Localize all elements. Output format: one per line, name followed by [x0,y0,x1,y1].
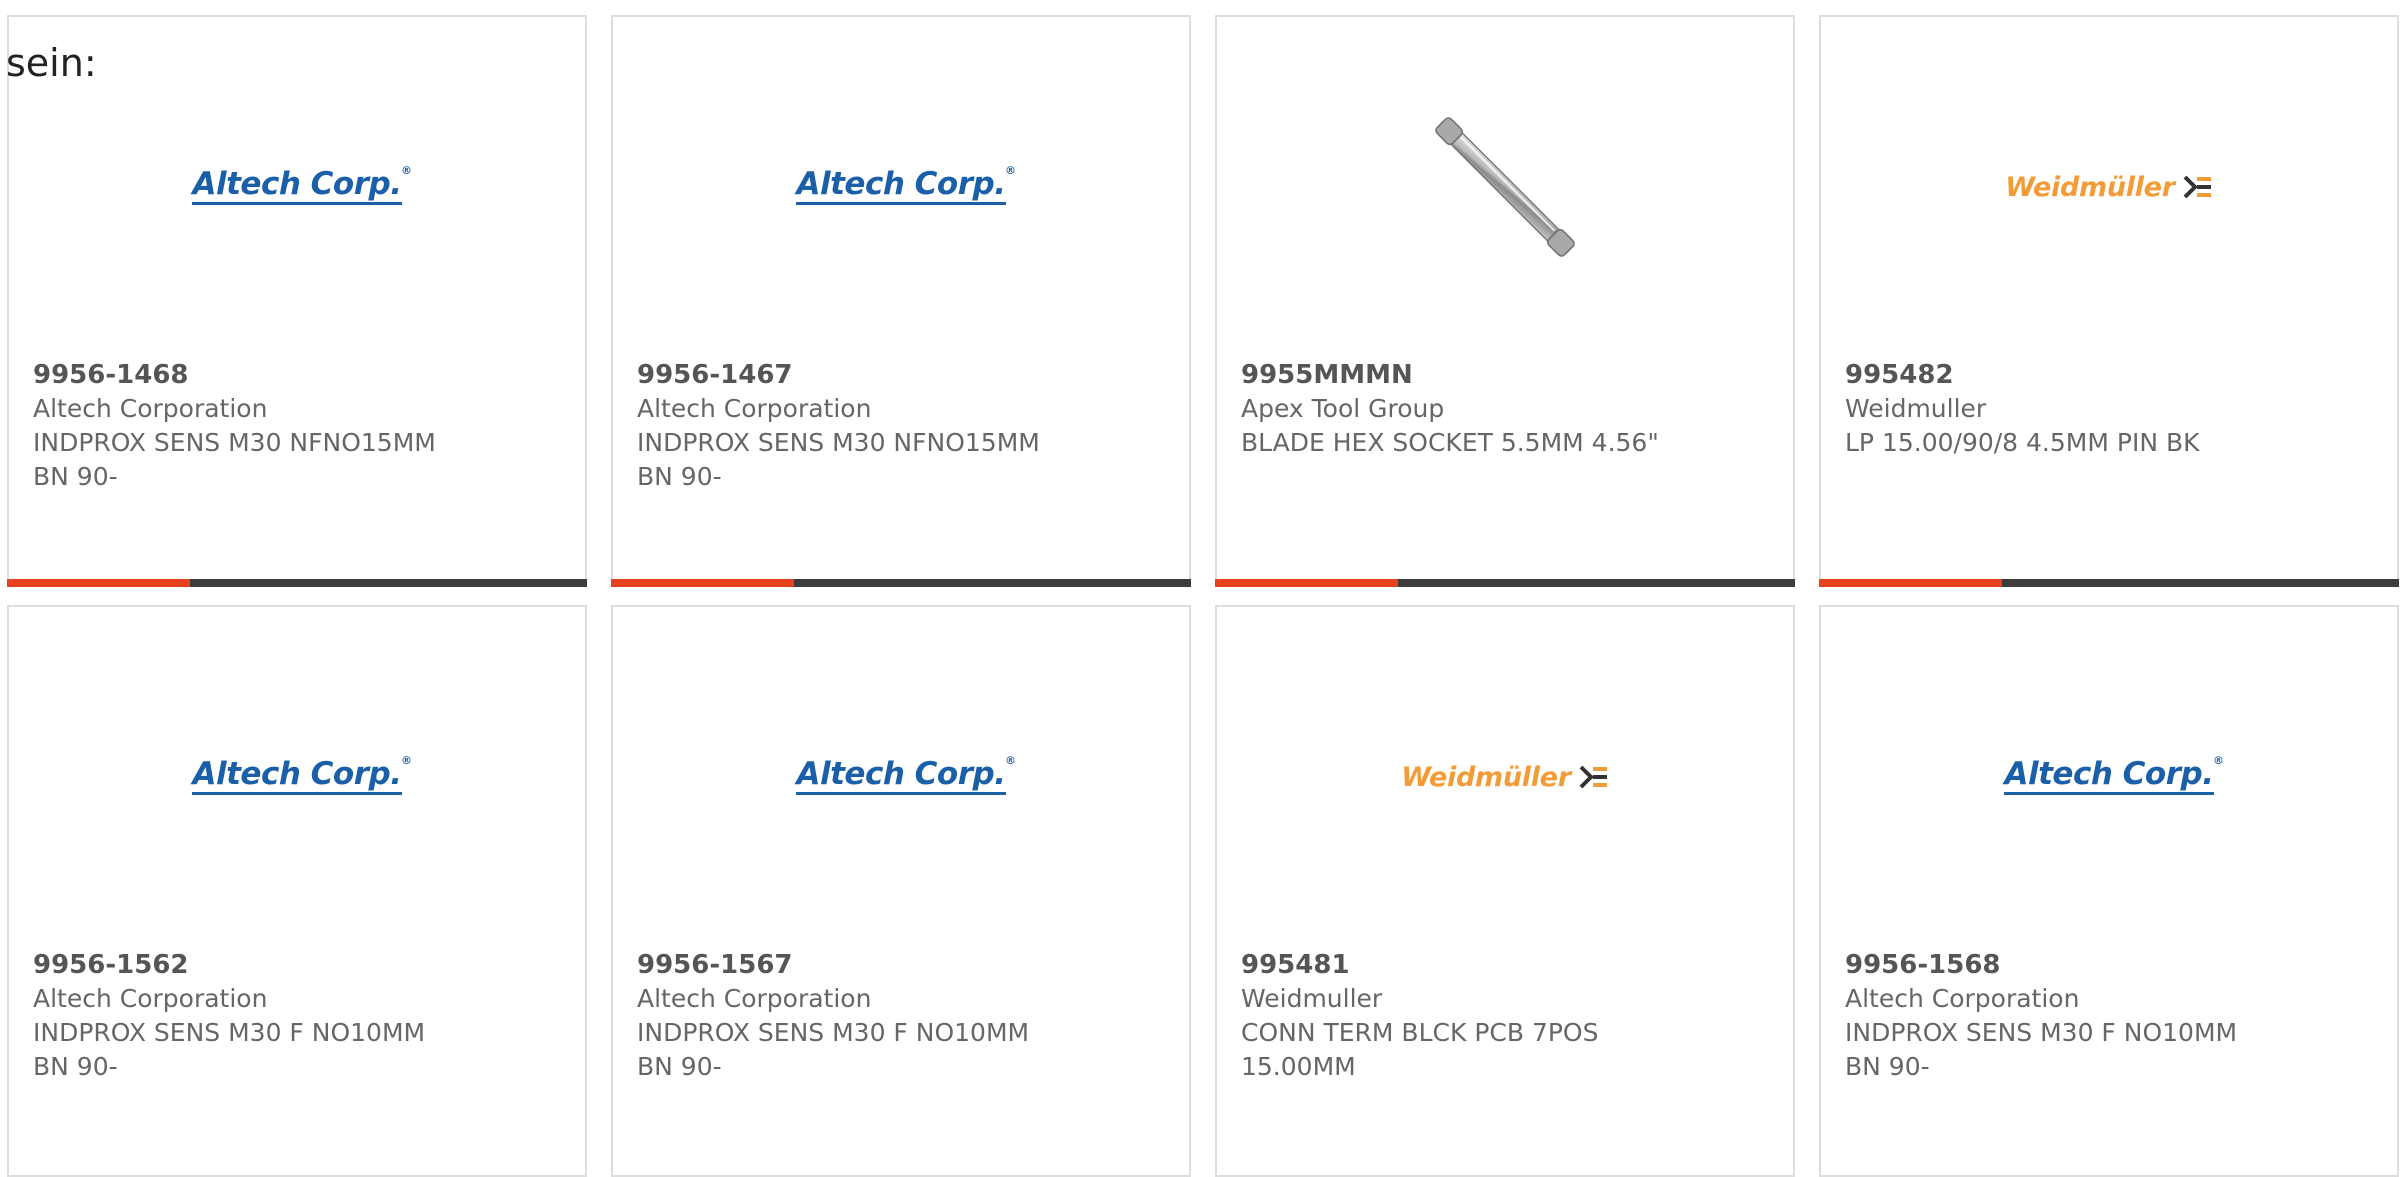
altech-logo: Altech Corp. ® [192,165,412,205]
manufacturer: Altech Corporation [33,984,268,1013]
product-image[interactable]: Altech Corp. ® [613,607,1189,947]
manufacturer: Altech Corporation [637,394,872,423]
card-accent-bar [611,579,794,587]
product-description: BLADE HEX SOCKET 5.5MM 4.56" [1241,428,1659,457]
altech-logo: Altech Corp. ® [796,755,1016,795]
weidmuller-emblem-icon [1579,765,1607,789]
product-info: 9955MMMN Apex Tool Group BLADE HEX SOCKE… [1241,358,1773,460]
product-card[interactable]: Altech Corp. ® 9956-1567 Altech Corporati… [611,605,1191,1177]
card-bottom-bar [7,579,587,587]
product-card[interactable]: Weidmüller 995481 Weidmuller CONN TERM B… [1215,605,1795,1177]
manufacturer: Altech Corporation [33,394,268,423]
product-image[interactable]: Altech Corp. ® [613,17,1189,357]
card-bottom-bar [1819,579,2399,587]
part-number[interactable]: 9956-1467 [637,358,1169,392]
product-card[interactable]: Altech Corp. ® 9956-1568 Altech Corporati… [1819,605,2399,1177]
product-description: INDPROX SENS M30 F NO10MM BN 90- [637,1018,1030,1081]
part-number[interactable]: 9956-1567 [637,948,1169,982]
product-image[interactable]: Weidmüller [1217,607,1793,947]
part-number[interactable]: 9956-1468 [33,358,565,392]
hex-socket-blade-photo [1435,117,1575,257]
altech-logo: Altech Corp. ® [192,755,412,795]
product-grid: Altech Corp. ® 9956-1468 Altech Corporati… [7,15,2399,1177]
product-info: 9956-1567 Altech Corporation INDPROX SEN… [637,948,1169,1084]
part-number[interactable]: 995482 [1845,358,2377,392]
intro-text: sein: [6,41,97,85]
weidmuller-emblem-icon [2183,175,2211,199]
product-info: 9956-1562 Altech Corporation INDPROX SEN… [33,948,565,1084]
product-image[interactable] [1217,17,1793,357]
manufacturer: Altech Corporation [637,984,872,1013]
product-info: 995482 Weidmuller LP 15.00/90/8 4.5MM PI… [1845,358,2377,460]
product-image[interactable]: Altech Corp. ® [9,607,585,947]
part-number[interactable]: 995481 [1241,948,1773,982]
manufacturer: Apex Tool Group [1241,394,1445,423]
product-card[interactable]: Altech Corp. ® 9956-1468 Altech Corporati… [7,15,587,587]
product-description: LP 15.00/90/8 4.5MM PIN BK [1845,428,2200,457]
product-info: 995481 Weidmuller CONN TERM BLCK PCB 7PO… [1241,948,1773,1084]
manufacturer: Weidmuller [1241,984,1383,1013]
altech-logo: Altech Corp. ® [796,165,1016,205]
card-accent-bar [7,579,190,587]
card-bottom-bar [611,579,1191,587]
product-card[interactable]: Altech Corp. ® 9956-1562 Altech Corporati… [7,605,587,1177]
product-info: 9956-1467 Altech Corporation INDPROX SEN… [637,358,1169,494]
product-info: 9956-1468 Altech Corporation INDPROX SEN… [33,358,565,494]
product-card[interactable]: Altech Corp. ® 9956-1467 Altech Corporati… [611,15,1191,587]
manufacturer: Altech Corporation [1845,984,2080,1013]
part-number[interactable]: 9955MMMN [1241,358,1773,392]
product-image[interactable]: Altech Corp. ® [1821,607,2397,947]
manufacturer: Weidmuller [1845,394,1987,423]
product-card[interactable]: Weidmüller 995482 Weidmuller LP 15.00/90… [1819,15,2399,587]
card-bottom-bar [1215,579,1795,587]
card-accent-bar [1215,579,1398,587]
product-description: INDPROX SENS M30 F NO10MM BN 90- [1845,1018,2238,1081]
product-image[interactable]: Weidmüller [1821,17,2397,357]
product-card[interactable]: 9955MMMN Apex Tool Group BLADE HEX SOCKE… [1215,15,1795,587]
card-accent-bar [1819,579,2002,587]
product-description: INDPROX SENS M30 F NO10MM BN 90- [33,1018,426,1081]
product-description: INDPROX SENS M30 NFNO15MM BN 90- [33,428,436,491]
weidmuller-logo: Weidmüller [2005,173,2212,201]
altech-logo: Altech Corp. ® [2004,755,2224,795]
product-info: 9956-1568 Altech Corporation INDPROX SEN… [1845,948,2377,1084]
product-description: CONN TERM BLCK PCB 7POS 15.00MM [1241,1018,1599,1081]
part-number[interactable]: 9956-1562 [33,948,565,982]
product-description: INDPROX SENS M30 NFNO15MM BN 90- [637,428,1040,491]
weidmuller-logo: Weidmüller [1401,763,1608,791]
part-number[interactable]: 9956-1568 [1845,948,2377,982]
